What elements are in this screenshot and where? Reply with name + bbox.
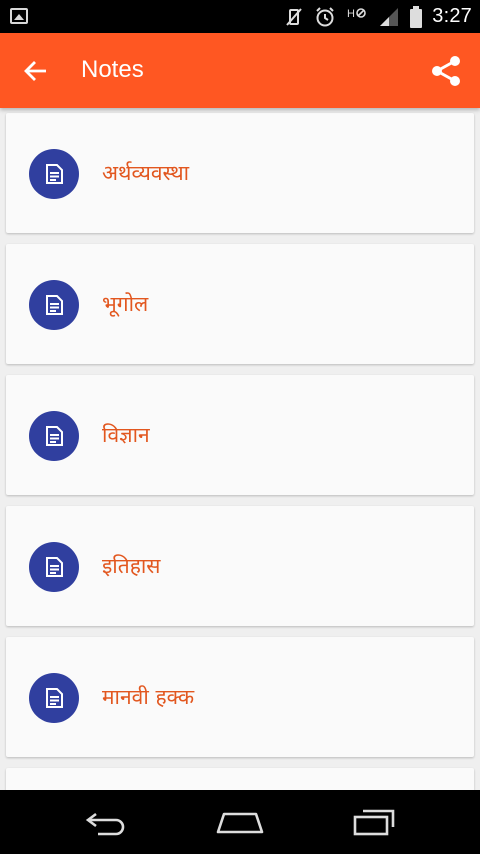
nav-recents-button[interactable] — [344, 802, 404, 842]
list-item-label: विज्ञान — [102, 423, 150, 447]
app-bar: Notes — [0, 33, 480, 108]
note-document-icon — [46, 557, 63, 577]
page-title: Notes — [81, 56, 144, 83]
alarm-icon — [316, 6, 334, 26]
list-item-label: इतिहास — [102, 554, 161, 578]
nav-recents-icon — [353, 809, 395, 836]
data-network-icon: H — [347, 8, 367, 20]
note-document-icon — [46, 295, 63, 315]
list-item-label: भूगोल — [102, 292, 149, 316]
note-document-icon — [46, 688, 63, 708]
notes-list: अर्थव्यवस्था भूगोल विज्ञान इतिहास मानवी … — [0, 108, 480, 790]
note-avatar — [29, 411, 79, 461]
note-avatar — [29, 280, 79, 330]
screen: H 3:27 Notes अर्थव्यवस्था भूगोल विज्ञान … — [0, 0, 480, 854]
list-item[interactable]: भूगोल — [6, 244, 474, 364]
share-icon — [432, 56, 460, 86]
status-icons: H 3:27 — [284, 0, 472, 33]
note-document-icon — [46, 164, 63, 184]
status-bar: H 3:27 — [0, 0, 480, 33]
note-avatar — [29, 149, 79, 199]
status-time: 3:27 — [432, 5, 472, 27]
note-avatar — [29, 542, 79, 592]
battery-icon — [410, 5, 423, 28]
list-item[interactable]: विज्ञान — [6, 375, 474, 495]
list-item-label: मानवी हक्क — [102, 685, 195, 709]
network-type-label: H — [347, 8, 355, 20]
signal-icon — [380, 7, 399, 26]
list-item[interactable] — [6, 768, 474, 790]
image-notification-icon — [10, 8, 28, 24]
list-item[interactable]: मानवी हक्क — [6, 637, 474, 757]
arrow-left-icon — [24, 61, 46, 81]
note-document-icon — [46, 426, 63, 446]
navigation-bar — [0, 790, 480, 854]
share-button[interactable] — [426, 51, 466, 91]
nav-back-button[interactable] — [76, 802, 136, 842]
list-item[interactable]: अर्थव्यवस्था — [6, 113, 474, 233]
back-button[interactable] — [18, 53, 54, 89]
list-item[interactable]: इतिहास — [6, 506, 474, 626]
nav-home-button[interactable] — [210, 802, 270, 842]
vibrate-off-icon — [286, 7, 303, 26]
nav-back-icon — [85, 812, 125, 836]
note-avatar — [29, 673, 79, 723]
nav-home-icon — [216, 812, 264, 834]
list-item-label: अर्थव्यवस्था — [102, 161, 190, 185]
